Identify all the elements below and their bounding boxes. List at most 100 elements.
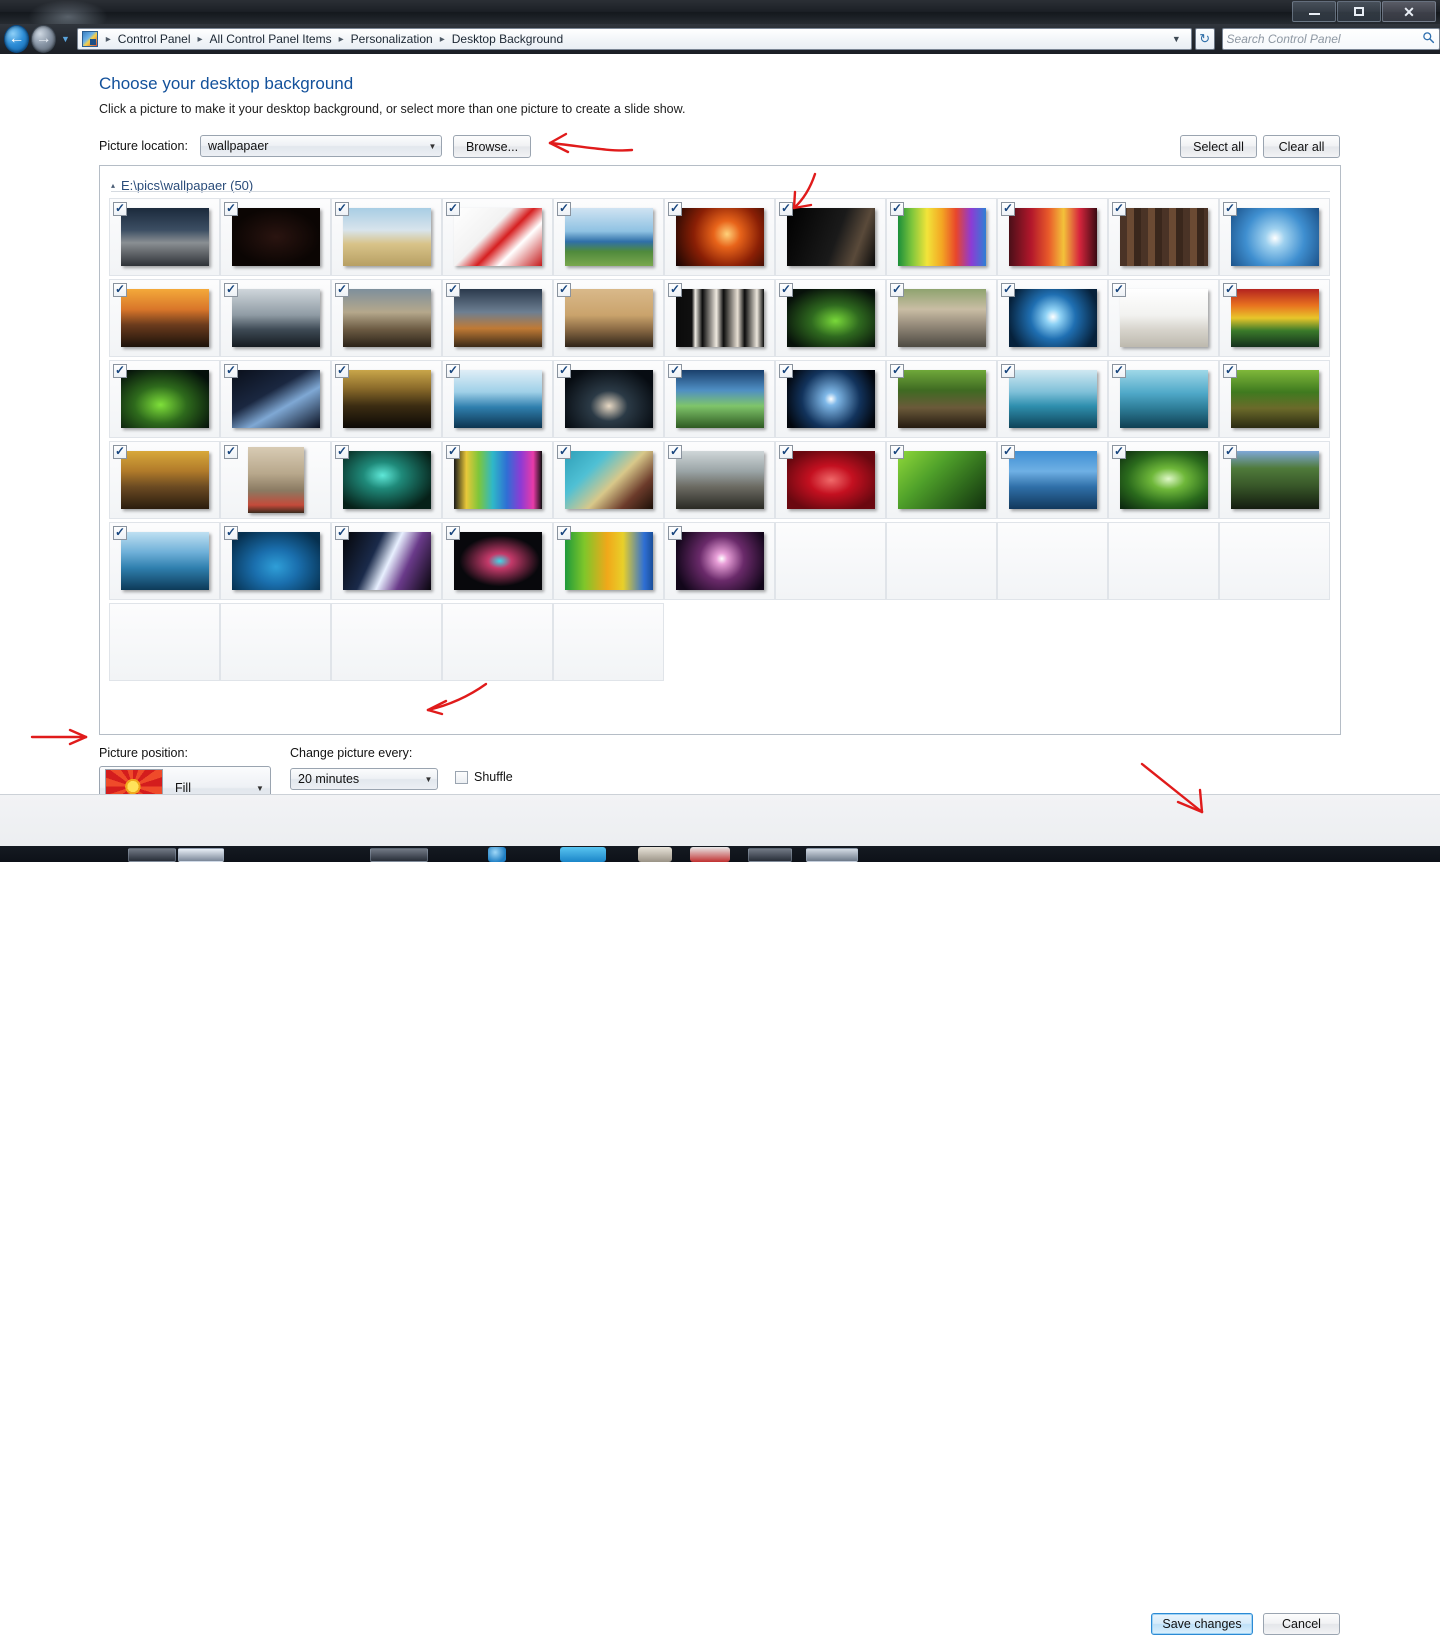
thumbnail-cell[interactable]: ✓	[886, 279, 997, 357]
thumbnail-image[interactable]	[1230, 451, 1319, 509]
thumbnail-checkbox[interactable]: ✓	[446, 202, 460, 216]
select-all-button[interactable]: Select all	[1180, 135, 1257, 158]
thumbnail-checkbox[interactable]: ✓	[890, 202, 904, 216]
thumbnail-cell[interactable]: ✓	[1108, 279, 1219, 357]
thumbnail-checkbox[interactable]: ✓	[446, 364, 460, 378]
thumbnail-image[interactable]	[120, 532, 209, 590]
thumbnail-image[interactable]	[342, 532, 431, 590]
thumbnail-cell[interactable]: ✓	[331, 198, 442, 276]
thumbnail-checkbox[interactable]: ✓	[779, 445, 793, 459]
thumbnail-image[interactable]	[1119, 451, 1208, 509]
thumbnail-cell[interactable]: ✓	[775, 360, 886, 438]
thumbnail-image[interactable]	[120, 208, 209, 266]
breadcrumb-personalization[interactable]: Personalization	[349, 30, 435, 48]
thumbnail-checkbox[interactable]: ✓	[1001, 445, 1015, 459]
thumbnail-checkbox[interactable]: ✓	[557, 283, 571, 297]
thumbnail-cell[interactable]: ✓	[775, 441, 886, 519]
thumbnail-image[interactable]	[1230, 208, 1319, 266]
thumbnail-image[interactable]	[786, 208, 875, 266]
taskbar-item[interactable]	[128, 848, 176, 862]
thumbnail-image[interactable]	[453, 451, 542, 509]
thumbnail-cell[interactable]: ✓	[997, 441, 1108, 519]
thumbnail-checkbox[interactable]: ✓	[1001, 364, 1015, 378]
thumbnail-checkbox[interactable]: ✓	[779, 364, 793, 378]
taskbar-item[interactable]	[370, 848, 428, 862]
cancel-button[interactable]: Cancel	[1263, 1613, 1340, 1635]
thumbnail-checkbox[interactable]: ✓	[335, 526, 349, 540]
thumbnail-checkbox[interactable]: ✓	[668, 283, 682, 297]
minimize-button[interactable]	[1292, 1, 1336, 22]
thumbnail-image[interactable]	[564, 208, 653, 266]
thumbnail-cell[interactable]: ✓	[442, 441, 553, 519]
taskbar-item[interactable]	[748, 848, 792, 862]
thumbnail-checkbox[interactable]: ✓	[557, 445, 571, 459]
thumbnail-checkbox[interactable]: ✓	[224, 283, 238, 297]
thumbnail-image[interactable]	[453, 289, 542, 347]
thumbnail-image[interactable]	[675, 289, 764, 347]
thumbnail-checkbox[interactable]: ✓	[1112, 283, 1126, 297]
thumbnail-checkbox[interactable]: ✓	[1223, 445, 1237, 459]
breadcrumb-all-control-panel-items[interactable]: All Control Panel Items	[208, 30, 334, 48]
thumbnail-image[interactable]	[342, 289, 431, 347]
thumbnail-cell[interactable]: ✓	[331, 360, 442, 438]
thumbnail-cell[interactable]: ✓	[664, 198, 775, 276]
thumbnail-checkbox[interactable]: ✓	[890, 364, 904, 378]
chevron-down-icon[interactable]: ▼	[420, 769, 437, 789]
taskbar-item[interactable]	[638, 847, 672, 862]
thumbnail-image[interactable]	[897, 289, 986, 347]
thumbnail-checkbox[interactable]: ✓	[335, 283, 349, 297]
thumbnail-image[interactable]	[675, 208, 764, 266]
thumbnail-cell[interactable]: ✓	[553, 279, 664, 357]
thumbnail-image[interactable]	[120, 451, 209, 509]
breadcrumb-control-panel[interactable]: Control Panel	[116, 30, 193, 48]
thumbnail-cell[interactable]: ✓	[1108, 360, 1219, 438]
search-box[interactable]: Search Control Panel	[1221, 28, 1440, 50]
thumbnail-checkbox[interactable]: ✓	[779, 283, 793, 297]
thumbnail-image[interactable]	[1119, 208, 1208, 266]
thumbnail-image[interactable]	[1230, 289, 1319, 347]
thumbnail-image[interactable]	[897, 370, 986, 428]
thumbnail-image[interactable]	[1119, 370, 1208, 428]
thumbnail-checkbox[interactable]: ✓	[113, 445, 127, 459]
thumbnail-checkbox[interactable]: ✓	[446, 445, 460, 459]
thumbnail-cell[interactable]: ✓	[1219, 198, 1330, 276]
taskbar-item[interactable]	[690, 847, 730, 862]
thumbnail-checkbox[interactable]: ✓	[557, 202, 571, 216]
thumbnail-cell[interactable]: ✓	[886, 360, 997, 438]
thumbnail-checkbox[interactable]: ✓	[668, 445, 682, 459]
thumbnail-checkbox[interactable]: ✓	[335, 445, 349, 459]
thumbnail-cell[interactable]: ✓	[109, 360, 220, 438]
thumbnail-cell[interactable]: ✓	[442, 522, 553, 600]
thumbnail-cell[interactable]: ✓	[775, 279, 886, 357]
thumbnail-cell[interactable]: ✓	[1219, 279, 1330, 357]
shuffle-checkbox[interactable]	[455, 770, 468, 784]
thumbnail-cell[interactable]: ✓	[1108, 198, 1219, 276]
thumbnail-checkbox[interactable]: ✓	[668, 526, 682, 540]
thumbnail-checkbox[interactable]: ✓	[779, 202, 793, 216]
thumbnail-cell[interactable]: ✓	[331, 279, 442, 357]
thumbnail-image[interactable]	[564, 370, 653, 428]
thumbnail-image[interactable]	[231, 370, 320, 428]
thumbnail-checkbox[interactable]: ✓	[113, 283, 127, 297]
thumbnail-checkbox[interactable]: ✓	[113, 526, 127, 540]
thumbnail-checkbox[interactable]: ✓	[113, 364, 127, 378]
thumbnail-image[interactable]	[564, 289, 653, 347]
thumbnail-cell[interactable]: ✓	[553, 441, 664, 519]
shuffle-option[interactable]: Shuffle	[455, 770, 513, 784]
thumbnail-image[interactable]	[1008, 451, 1097, 509]
thumbnail-cell[interactable]: ✓	[997, 198, 1108, 276]
thumbnail-image[interactable]	[1008, 370, 1097, 428]
thumbnail-cell[interactable]: ✓	[442, 360, 553, 438]
save-changes-button[interactable]: Save changes	[1151, 1613, 1253, 1635]
recent-pages-button[interactable]: ▼	[60, 34, 71, 44]
thumbnail-cell[interactable]: ✓	[664, 441, 775, 519]
thumbnail-image[interactable]	[247, 447, 304, 513]
thumbnail-cell[interactable]: ✓	[553, 360, 664, 438]
thumbnail-cell[interactable]: ✓	[220, 441, 331, 519]
thumbnail-image[interactable]	[231, 289, 320, 347]
refresh-button[interactable]: ↻	[1194, 28, 1215, 50]
collapse-caret-icon[interactable]: ▴	[111, 181, 115, 190]
thumbnail-checkbox[interactable]: ✓	[1112, 364, 1126, 378]
thumbnail-cell[interactable]: ✓	[1219, 360, 1330, 438]
thumbnail-cell[interactable]: ✓	[886, 198, 997, 276]
